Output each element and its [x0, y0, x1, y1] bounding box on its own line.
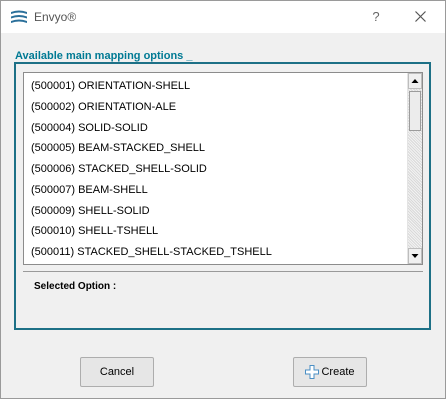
list-item[interactable]: (500001) ORIENTATION-SHELL [24, 76, 406, 97]
envyo-logo-icon [10, 8, 28, 25]
create-button-label: Create [321, 366, 355, 378]
list-item[interactable]: (500004) SOLID-SOLID [24, 118, 406, 139]
mapping-options-list[interactable]: (500001) ORIENTATION-SHELL (500002) ORIE… [23, 72, 423, 265]
close-icon [414, 11, 426, 23]
help-icon: ? [372, 9, 380, 24]
title-bar[interactable]: Envyo® ? [1, 1, 445, 33]
list-item[interactable]: (500011) STACKED_SHELL-STACKED_TSHELL [24, 242, 406, 263]
selected-option-label: Selected Option : [34, 281, 117, 292]
scroll-thumb[interactable] [409, 91, 421, 131]
scroll-up-button[interactable] [408, 73, 422, 89]
cancel-button-label: Cancel [99, 366, 135, 378]
list-item[interactable]: (500010) SHELL-TSHELL [24, 221, 406, 242]
list-item[interactable]: (500007) BEAM-SHELL [24, 180, 406, 201]
divider [23, 271, 423, 272]
group-title: Available main mapping options _ [15, 50, 195, 62]
list-item[interactable]: (500009) SHELL-SOLID [24, 201, 406, 222]
dialog-window: Envyo® ? Available main mapping options … [0, 0, 446, 399]
help-button[interactable]: ? [361, 5, 391, 29]
list-items: (500001) ORIENTATION-SHELL (500002) ORIE… [24, 73, 406, 263]
vertical-scrollbar[interactable] [407, 73, 422, 264]
list-item[interactable]: (500006) STACKED_SHELL-SOLID [24, 159, 406, 180]
list-item[interactable]: (500002) ORIENTATION-ALE [24, 97, 406, 118]
plus-icon [305, 365, 320, 379]
close-button[interactable] [405, 5, 435, 29]
create-button[interactable]: Create [293, 357, 367, 387]
arrow-down-icon [411, 254, 419, 258]
arrow-up-icon [411, 79, 419, 83]
cancel-button[interactable]: Cancel [80, 357, 154, 387]
list-item[interactable]: (500005) BEAM-STACKED_SHELL [24, 138, 406, 159]
window-title: Envyo® [34, 10, 77, 24]
scroll-down-button[interactable] [408, 248, 422, 264]
